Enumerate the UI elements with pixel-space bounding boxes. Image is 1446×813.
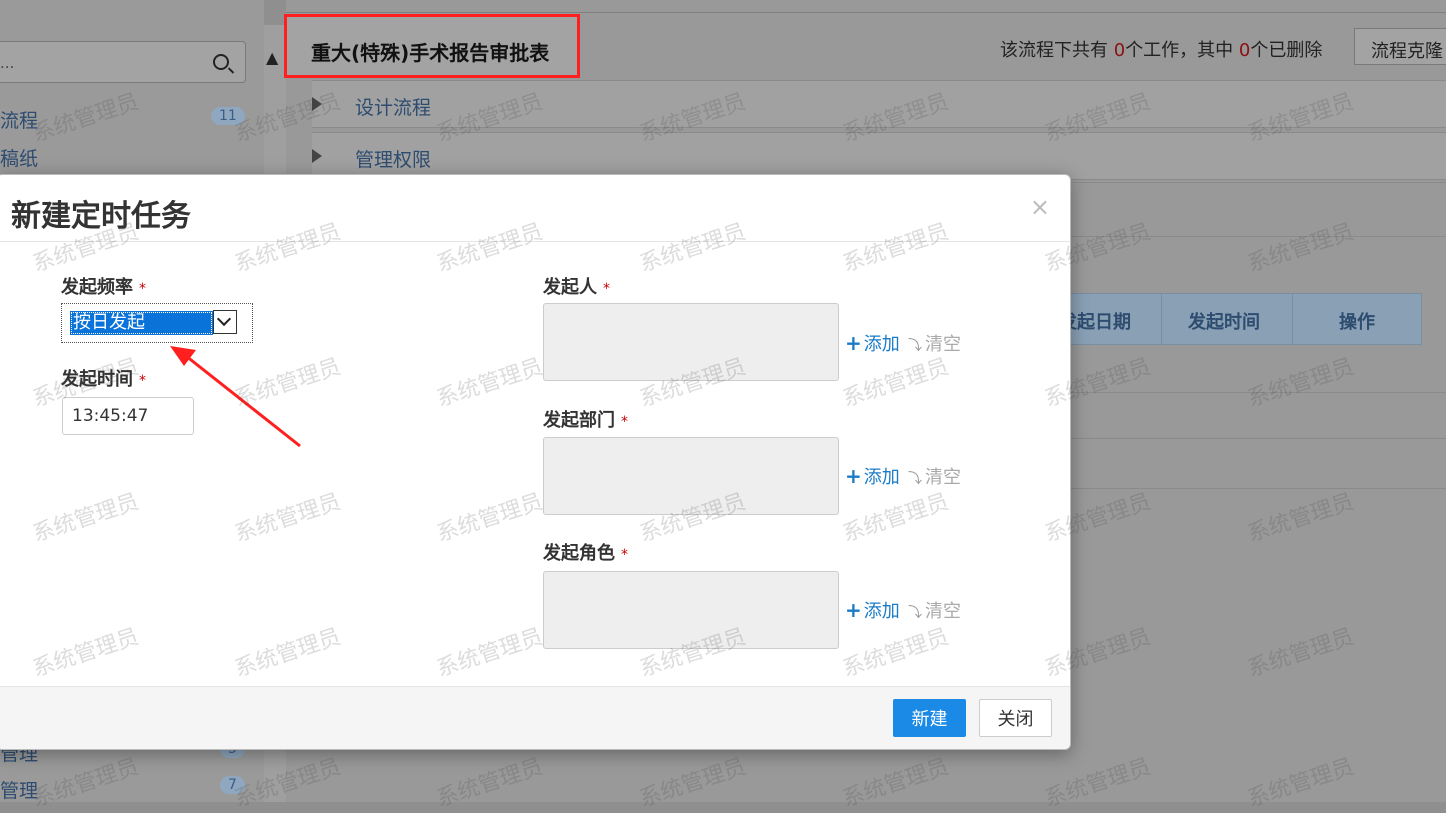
column-header: 操作 (1339, 312, 1375, 333)
search-icon[interactable] (213, 54, 229, 70)
dialog-footer: 新建 关闭 (0, 686, 1070, 749)
sidebar-search[interactable]: ... (0, 41, 246, 83)
divider (286, 12, 1446, 13)
search-placeholder: ... (0, 54, 15, 72)
expand-triangle-icon (312, 149, 322, 163)
new-scheduled-task-dialog: 新建定时任务 × 发起频率 * 按日发起 发起时间 * 13:45:47 发起人 * … (0, 174, 1071, 750)
dialog-title: 新建定时任务 (11, 199, 191, 234)
frequency-select[interactable]: 按日发起 (61, 303, 253, 343)
sidebar-badge: 11 (211, 107, 245, 125)
plus-icon: + (845, 598, 862, 622)
plus-icon: + (845, 331, 862, 355)
dialog-header: 新建定时任务 × (0, 175, 1070, 242)
section-permissions[interactable]: 管理权限 (312, 132, 1446, 180)
close-icon[interactable]: × (1030, 193, 1050, 221)
clear-icon: ⤵ (908, 338, 922, 354)
clear-department-button[interactable]: ⤵ 清空 (908, 463, 961, 489)
sidebar-item[interactable]: 管理 (0, 776, 38, 803)
column-header: 发起时间 (1188, 312, 1260, 333)
role-field[interactable] (543, 571, 839, 649)
department-field[interactable] (543, 437, 839, 515)
expand-triangle-icon (312, 97, 322, 111)
create-button[interactable]: 新建 (893, 699, 966, 737)
clear-role-button[interactable]: ⤵ 清空 (908, 597, 961, 623)
section-design-flow[interactable]: 设计流程 (312, 80, 1446, 128)
clear-initiator-button[interactable]: ⤵ 清空 (908, 330, 961, 356)
form-title: 重大(特殊)手术报告审批表 (311, 41, 550, 65)
clear-icon: ⤵ (908, 605, 922, 621)
form-title-highlight: 重大(特殊)手术报告审批表 (284, 14, 580, 78)
close-button[interactable]: 关闭 (979, 699, 1052, 737)
add-department-button[interactable]: + 添加 (845, 463, 900, 489)
clone-flow-button[interactable]: 流程克隆 (1354, 28, 1446, 65)
frequency-label: 发起频率 * (61, 277, 146, 298)
flow-stats: 该流程下共有 0个工作，其中 0个已删除 (1000, 40, 1323, 61)
chevron-down-icon[interactable] (213, 310, 237, 334)
time-input[interactable]: 13:45:47 (62, 397, 194, 435)
sidebar-badge: 7 (220, 776, 245, 794)
add-role-button[interactable]: + 添加 (845, 597, 900, 623)
scroll-up-icon[interactable]: ▲ (266, 48, 278, 67)
clear-icon: ⤵ (908, 471, 922, 487)
sidebar-item[interactable]: 流程 (0, 106, 38, 133)
initiator-field[interactable] (543, 303, 839, 381)
plus-icon: + (845, 464, 862, 488)
initiator-label: 发起人 * (543, 277, 610, 298)
sidebar-item[interactable]: 稿纸 (0, 144, 38, 171)
table-header: 发起日期 发起时间 操作 (1040, 293, 1422, 345)
time-label: 发起时间 * (61, 369, 146, 390)
frequency-selected-value: 按日发起 (70, 311, 213, 335)
department-label: 发起部门 * (543, 410, 628, 431)
role-label: 发起角色 * (543, 543, 628, 564)
add-initiator-button[interactable]: + 添加 (845, 330, 900, 356)
